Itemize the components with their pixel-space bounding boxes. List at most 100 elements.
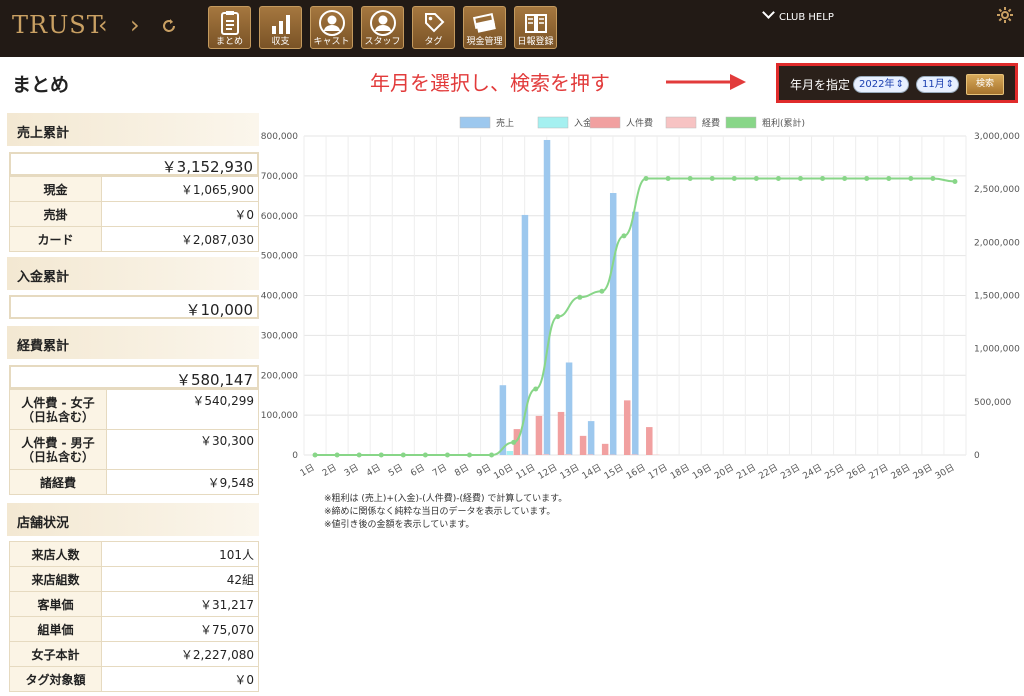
bar-経費 xyxy=(586,454,594,455)
line-point xyxy=(930,176,936,182)
deposit-total: ￥10,000 xyxy=(9,295,259,319)
search-button[interactable]: 検索 xyxy=(966,74,1004,95)
x-tick-label: 15日 xyxy=(602,462,625,482)
line-point xyxy=(643,176,649,182)
tool-label: 日報登録 xyxy=(517,37,554,47)
bar-人件費 xyxy=(557,411,565,455)
y2-tick-label: 2,500,000 xyxy=(974,185,1020,195)
line-point xyxy=(356,452,362,458)
sales-total: ￥3,152,930 xyxy=(9,152,259,176)
y-tick-label: 600,000 xyxy=(261,212,298,222)
year-value: 2022年 xyxy=(859,79,895,90)
club-help-label: CLUB HELP xyxy=(779,12,834,23)
chart-notes: ※粗利は (売上)+(入金)-(人件費)-(経費) で計算しています。 ※締めに… xyxy=(324,493,567,532)
tool-label: 現金管理 xyxy=(466,37,503,47)
table-row: カード ￥2,087,030 xyxy=(9,226,259,252)
month-select[interactable]: 11月 ⇕ xyxy=(916,76,959,93)
y2-tick-label: 1,000,000 xyxy=(974,345,1020,355)
year-select[interactable]: 2022年 ⇕ xyxy=(853,76,909,93)
row-label: 諸経費 xyxy=(9,469,107,495)
tool-daily-report-button[interactable]: 日報登録 xyxy=(514,6,557,49)
instruction-annotation: 年月を選択し、検索を押す xyxy=(370,71,610,95)
x-tick-label: 10日 xyxy=(492,462,515,482)
tool-cast-button[interactable]: キャスト xyxy=(310,6,353,49)
x-tick-label: 3日 xyxy=(342,462,360,479)
legend-label: 経費 xyxy=(702,117,720,129)
x-tick-label: 22日 xyxy=(757,462,780,482)
x-tick-label: 14日 xyxy=(580,462,603,482)
legend-swatch xyxy=(459,116,491,129)
x-tick-label: 18日 xyxy=(668,462,691,482)
line-point xyxy=(555,314,561,320)
club-help-link[interactable]: CLUB HELP xyxy=(762,6,834,23)
line-point xyxy=(533,386,539,392)
x-tick-label: 2日 xyxy=(320,462,338,479)
x-tick-label: 8日 xyxy=(453,462,471,479)
line-point xyxy=(599,288,605,294)
bar-売上 xyxy=(499,385,507,455)
gear-icon[interactable] xyxy=(996,6,1014,28)
right-arrow-icon xyxy=(666,74,746,90)
table-row: 人件費 - 女子 （日払含む） ￥540,299 xyxy=(9,389,259,430)
sales-title: 売上累計 xyxy=(7,113,259,146)
page-title: まとめ xyxy=(12,74,70,96)
date-label: 年月を指定 xyxy=(790,78,851,92)
staff-person-icon xyxy=(369,10,396,36)
x-tick-label: 28日 xyxy=(889,462,912,482)
line-point xyxy=(312,452,318,458)
note-line: ※粗利は (売上)+(入金)-(人件費)-(経費) で計算しています。 xyxy=(324,494,568,504)
legend-swatch xyxy=(725,116,757,129)
row-label: 人件費 - 男子 （日払含む） xyxy=(9,429,107,470)
tool-label: スタッフ xyxy=(364,37,401,47)
x-tick-label: 27日 xyxy=(867,462,890,482)
x-tick-label: 16日 xyxy=(624,462,647,482)
line-point xyxy=(400,452,406,458)
tool-shushi-button[interactable]: 収支 xyxy=(259,6,302,49)
line-point xyxy=(422,452,428,458)
bar-売上 xyxy=(609,193,617,455)
legend-label: 粗利(累計) xyxy=(762,117,805,129)
top-bar: TRUST ‹ › まとめ 収支 キャスト スタッフ タグ 現金管理 日報登録 … xyxy=(0,0,1024,57)
row-label: 売掛 xyxy=(9,201,102,227)
table-row: 売掛 ￥0 xyxy=(9,201,259,227)
updown-icon: ⇕ xyxy=(895,79,904,90)
line-point xyxy=(908,176,914,182)
bar-売上 xyxy=(587,421,595,455)
expense-title: 経費累計 xyxy=(7,326,259,359)
row-label: 女子本計 xyxy=(9,641,102,667)
y-tick-label: 300,000 xyxy=(261,331,298,341)
x-tick-label: 1日 xyxy=(298,462,316,479)
line-point xyxy=(842,176,848,182)
table-row: 女子本計 ￥2,227,080 xyxy=(9,641,259,667)
legend-swatch xyxy=(537,116,569,129)
y-tick-label: 200,000 xyxy=(261,371,298,381)
tool-staff-button[interactable]: スタッフ xyxy=(361,6,404,49)
bar-人件費 xyxy=(623,400,631,455)
line-point xyxy=(886,176,892,182)
tool-cash-button[interactable]: 現金管理 xyxy=(463,6,506,49)
line-point xyxy=(864,176,870,182)
tool-label: まとめ xyxy=(215,37,243,47)
x-tick-label: 9日 xyxy=(475,462,493,479)
updown-icon: ⇕ xyxy=(945,79,954,90)
x-tick-label: 19日 xyxy=(691,462,714,482)
bar-経費 xyxy=(564,454,572,455)
tool-tag-button[interactable]: タグ xyxy=(412,6,455,49)
bar-人件費 xyxy=(646,427,653,455)
y2-tick-label: 500,000 xyxy=(974,398,1011,408)
cast-person-icon xyxy=(318,10,345,36)
table-row: 組単価 ￥75,070 xyxy=(9,616,259,642)
y2-tick-label: 1,500,000 xyxy=(974,292,1020,302)
tool-matome-button[interactable]: まとめ xyxy=(208,6,251,49)
summary-chart: 0 100,000 200,000 300,000 400,000 500,000 600,… xyxy=(261,116,1020,482)
bar-経費 xyxy=(542,454,550,455)
reload-icon[interactable] xyxy=(160,14,178,40)
row-value: ￥31,217 xyxy=(101,591,259,617)
back-arrow-icon[interactable]: ‹ xyxy=(98,12,108,38)
x-tick-label: 5日 xyxy=(387,462,405,479)
table-row: 来店人数 101人 xyxy=(9,541,259,567)
sales-table: 現金 ￥1,065,900 売掛 ￥0 カード ￥2,087,030 xyxy=(9,176,259,252)
x-tick-label: 21日 xyxy=(735,462,758,482)
row-value: ￥0 xyxy=(101,201,259,227)
forward-arrow-icon[interactable]: › xyxy=(130,12,140,38)
